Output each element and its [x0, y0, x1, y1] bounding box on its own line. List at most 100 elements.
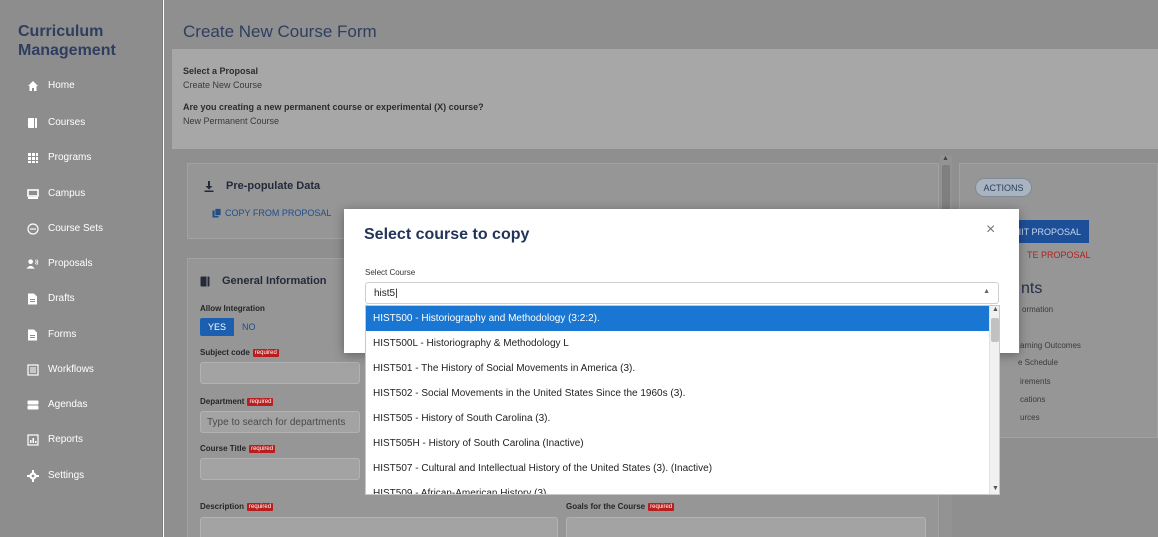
- proposal-summary: Select a Proposal Create New Course Are …: [172, 49, 1158, 149]
- sidebar-item-label: Courses: [48, 117, 86, 128]
- toc-item[interactable]: cations: [1020, 395, 1045, 404]
- sidebar-item-courses[interactable]: Courses: [26, 116, 85, 129]
- dropdown-scrollbar-thumb[interactable]: [991, 318, 999, 342]
- required-badge: required: [247, 397, 274, 406]
- dropdown-option[interactable]: HIST507 - Cultural and Intellectual Hist…: [366, 456, 989, 481]
- sidebar-item-label: Drafts: [48, 293, 75, 304]
- general-title: General Information: [200, 275, 327, 287]
- select-course-label: Select Course: [365, 268, 416, 277]
- download-icon: [204, 180, 215, 192]
- toc-item[interactable]: ormation: [1022, 305, 1053, 314]
- required-badge: required: [249, 444, 276, 453]
- sidebar-item-settings[interactable]: Settings: [26, 469, 84, 482]
- course-title-label-text: Course Title: [200, 444, 247, 453]
- toc-item[interactable]: arning Outcomes: [1020, 341, 1081, 350]
- sidebar-item-label: Campus: [48, 188, 86, 199]
- chevron-up-icon[interactable]: ▲: [983, 288, 990, 295]
- gear-icon: [26, 469, 39, 482]
- course-title-label: Course Title required: [200, 444, 276, 453]
- general-title-text: General Information: [222, 275, 327, 287]
- department-placeholder: Type to search for departments: [207, 416, 346, 428]
- required-badge: required: [252, 348, 279, 357]
- brand-line-1: Curriculum: [18, 23, 104, 40]
- copy-from-proposal-link[interactable]: COPY FROM PROPOSAL: [212, 208, 331, 218]
- list-icon: [26, 363, 39, 376]
- integration-yes-button[interactable]: YES: [200, 318, 235, 336]
- prepopulate-title: Pre-populate Data: [204, 180, 320, 192]
- subject-code-input[interactable]: [200, 362, 360, 384]
- sidebar-item-label: Reports: [48, 434, 84, 445]
- prepopulate-title-text: Pre-populate Data: [226, 180, 321, 192]
- sidebar-item-workflows[interactable]: Workflows: [26, 363, 94, 376]
- campus-icon: [26, 187, 39, 200]
- close-icon[interactable]: ×: [986, 221, 995, 239]
- sidebar-item-programs[interactable]: Programs: [26, 151, 91, 164]
- dropdown-option[interactable]: HIST500 - Historiography and Methodology…: [366, 306, 989, 331]
- submit-proposal-button[interactable]: IIT PROPOSAL: [1016, 220, 1089, 243]
- home-icon: [26, 79, 39, 92]
- copy-icon: [212, 208, 222, 218]
- dropdown-option[interactable]: HIST500L - Historiography & Methodology …: [366, 331, 989, 356]
- goals-input[interactable]: [566, 517, 926, 537]
- scroll-up-icon[interactable]: ▲: [992, 306, 999, 313]
- toc-item[interactable]: urces: [1020, 413, 1040, 422]
- required-badge: required: [247, 502, 274, 511]
- department-input[interactable]: Type to search for departments: [200, 411, 360, 433]
- grid-icon: [26, 151, 39, 164]
- sidebar-item-agendas[interactable]: Agendas: [26, 398, 87, 411]
- sidebar-item-forms[interactable]: Forms: [26, 328, 76, 341]
- sidebar-item-proposals[interactable]: Proposals: [26, 257, 92, 270]
- stack-icon: [26, 398, 39, 411]
- dropdown-option[interactable]: HIST505 - History of South Carolina (3).: [366, 406, 989, 431]
- required-badge: required: [648, 502, 675, 511]
- course-type-value: New Permanent Course: [183, 116, 280, 126]
- toc-item[interactable]: irements: [1020, 377, 1051, 386]
- dropdown-option[interactable]: HIST509 - African-American History (3).: [366, 481, 989, 494]
- course-dropdown-list: HIST500 - Historiography and Methodology…: [365, 305, 1000, 495]
- sidebar-item-drafts[interactable]: Drafts: [26, 292, 75, 305]
- scroll-up-icon[interactable]: ▲: [942, 155, 949, 162]
- integration-no-button[interactable]: NO: [234, 318, 264, 336]
- course-search-input[interactable]: hist5| ▲: [365, 282, 999, 304]
- sidebar-item-home[interactable]: Home: [26, 79, 75, 92]
- description-input[interactable]: [200, 517, 558, 537]
- department-label-text: Department: [200, 397, 245, 406]
- proposal-label: Select a Proposal: [183, 66, 259, 76]
- actions-pill[interactable]: ACTIONS: [975, 178, 1032, 197]
- file-icon: [26, 328, 39, 341]
- brand[interactable]: Curriculum Management: [18, 22, 116, 60]
- goals-label-text: Goals for the Course: [566, 502, 646, 511]
- sidebar-item-label: Home: [48, 80, 75, 91]
- dropdown-option[interactable]: HIST501 - The History of Social Movement…: [366, 356, 989, 381]
- subject-code-label-text: Subject code: [200, 348, 250, 357]
- subject-code-label: Subject code required: [200, 348, 279, 357]
- dropdown-option[interactable]: HIST502 - Social Movements in the United…: [366, 381, 989, 406]
- description-label-text: Description: [200, 502, 245, 511]
- sidebar-item-label: Forms: [48, 329, 77, 340]
- proposal-value: Create New Course: [183, 80, 263, 90]
- sidebar-item-reports[interactable]: Reports: [26, 433, 83, 446]
- goals-label: Goals for the Course required: [566, 502, 675, 511]
- scroll-down-icon[interactable]: ▼: [992, 485, 999, 492]
- sidebar-item-label: Programs: [48, 152, 92, 163]
- delete-proposal-link[interactable]: TE PROPOSAL: [1027, 250, 1091, 260]
- course-title-input[interactable]: [200, 458, 360, 480]
- sidebar-item-label: Agendas: [48, 399, 88, 410]
- modal-title: Select course to copy: [364, 226, 530, 243]
- sidebar-item-course-sets[interactable]: Course Sets: [26, 222, 103, 235]
- copy-link-text: COPY FROM PROPOSAL: [225, 208, 332, 218]
- sidebar: Curriculum Management Home Courses Progr…: [0, 0, 163, 537]
- brand-line-2: Management: [18, 42, 116, 59]
- dropdown-option[interactable]: HIST505H - History of South Carolina (In…: [366, 431, 989, 456]
- course-search-value: hist5|: [374, 287, 398, 299]
- contents-title: nts: [1021, 280, 1043, 297]
- sidebar-item-campus[interactable]: Campus: [26, 187, 85, 200]
- page-title: Create New Course Form: [183, 22, 377, 41]
- book-icon: [26, 116, 39, 129]
- dropdown-scrollbar[interactable]: ▲ ▼: [989, 306, 999, 494]
- book-icon: [200, 276, 211, 287]
- allow-integration-label: Allow Integration: [200, 304, 265, 313]
- toc-item[interactable]: e Schedule: [1018, 358, 1058, 367]
- file-icon: [26, 292, 39, 305]
- people-icon: [26, 257, 39, 270]
